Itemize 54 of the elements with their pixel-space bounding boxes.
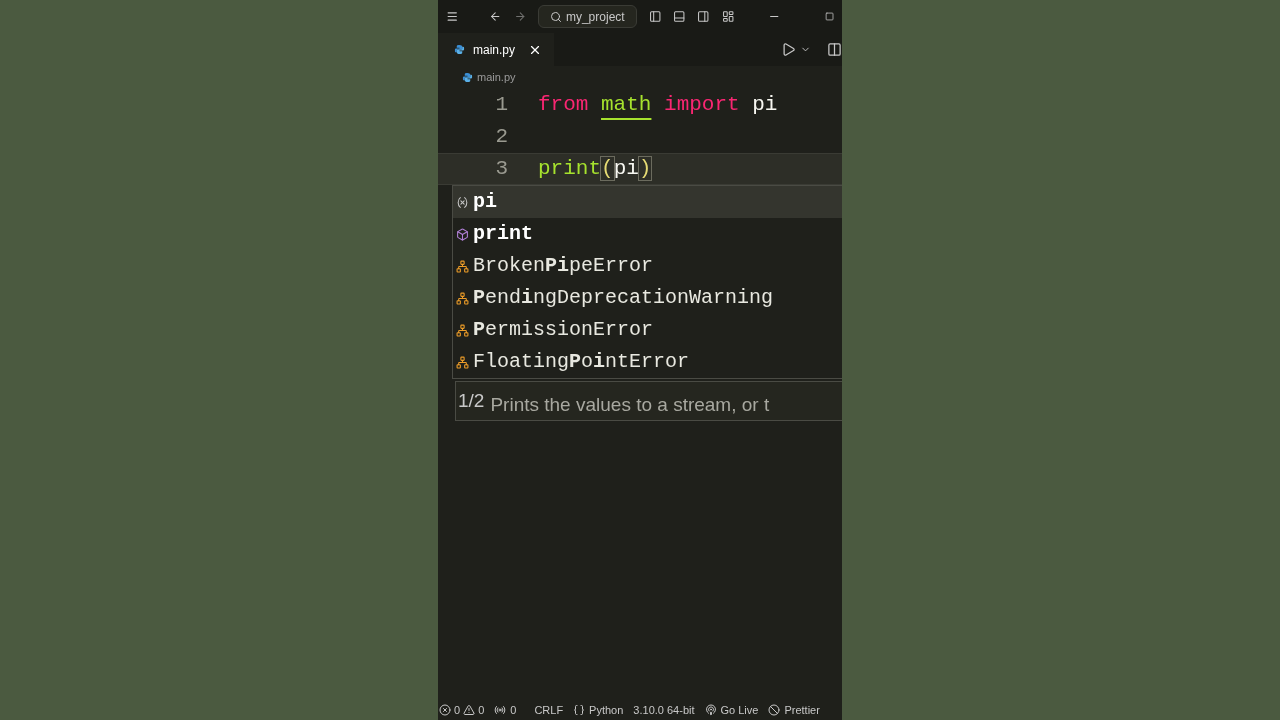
ports-status[interactable]: 0 [494, 701, 517, 719]
prohibited-icon [768, 704, 781, 716]
prettier-status[interactable]: Prettier [768, 701, 820, 719]
problems-status[interactable]: 0 0 [439, 701, 485, 719]
python-file-icon [462, 71, 473, 83]
antenna-icon [494, 704, 507, 716]
language-status[interactable]: Python [573, 701, 624, 719]
class-icon [456, 259, 469, 273]
signature-text: Prints the values to a stream, or t [490, 392, 770, 417]
line-number: 3 [494, 156, 509, 183]
panel-left-icon[interactable] [648, 9, 661, 24]
class-icon [456, 291, 469, 305]
go-live-button[interactable]: Go Live [704, 701, 759, 719]
code-token: ) [638, 157, 652, 181]
back-arrow-icon[interactable] [489, 9, 502, 24]
code-token: print [538, 157, 601, 181]
braces-icon [573, 704, 586, 716]
split-editor-icon[interactable] [827, 42, 842, 57]
python-file-icon [454, 44, 465, 55]
panel-bottom-icon[interactable] [673, 9, 686, 24]
run-icon[interactable] [781, 42, 796, 57]
code-token: ( [601, 157, 614, 181]
eol-status[interactable]: CRLF [534, 701, 564, 719]
search-field[interactable]: my_project [538, 5, 637, 28]
variable-icon [456, 195, 469, 209]
code-token: pi [752, 93, 778, 117]
broadcast-icon [704, 704, 717, 716]
line-number: 2 [494, 124, 509, 151]
breadcrumb[interactable]: main.py [477, 68, 516, 86]
maximize-icon[interactable] [824, 9, 834, 24]
layout-icon[interactable] [721, 9, 735, 24]
suggestion-item[interactable]: PermissionError [453, 314, 842, 346]
class-icon [456, 323, 469, 337]
interpreter-status[interactable]: 3.10.0 64-bit [633, 701, 695, 719]
code-token: import [663, 93, 741, 117]
suggestion-item[interactable]: BrokenPipeError [453, 250, 842, 282]
panel-right-icon[interactable] [697, 9, 710, 24]
cube-icon [456, 227, 469, 241]
code-token: from [538, 93, 590, 117]
class-icon [456, 355, 469, 369]
code-token: pi [613, 157, 639, 181]
suggestion-item[interactable]: PendingDeprecationWarning [453, 282, 842, 314]
suggestion-item[interactable]: print [453, 218, 842, 250]
overload-counter[interactable]: 1/2 [456, 386, 487, 416]
suggestion-item[interactable]: FloatingPointError [453, 346, 842, 378]
error-icon [439, 704, 451, 716]
search-icon [549, 10, 562, 23]
editor-tab[interactable]: main.py [438, 33, 554, 66]
suggestion-item[interactable]: pi [453, 186, 842, 218]
warning-icon [463, 704, 476, 716]
line-number: 1 [494, 92, 509, 119]
menu-icon[interactable] [446, 9, 459, 24]
search-text: my_project [565, 8, 625, 26]
code-token: math [601, 93, 652, 117]
